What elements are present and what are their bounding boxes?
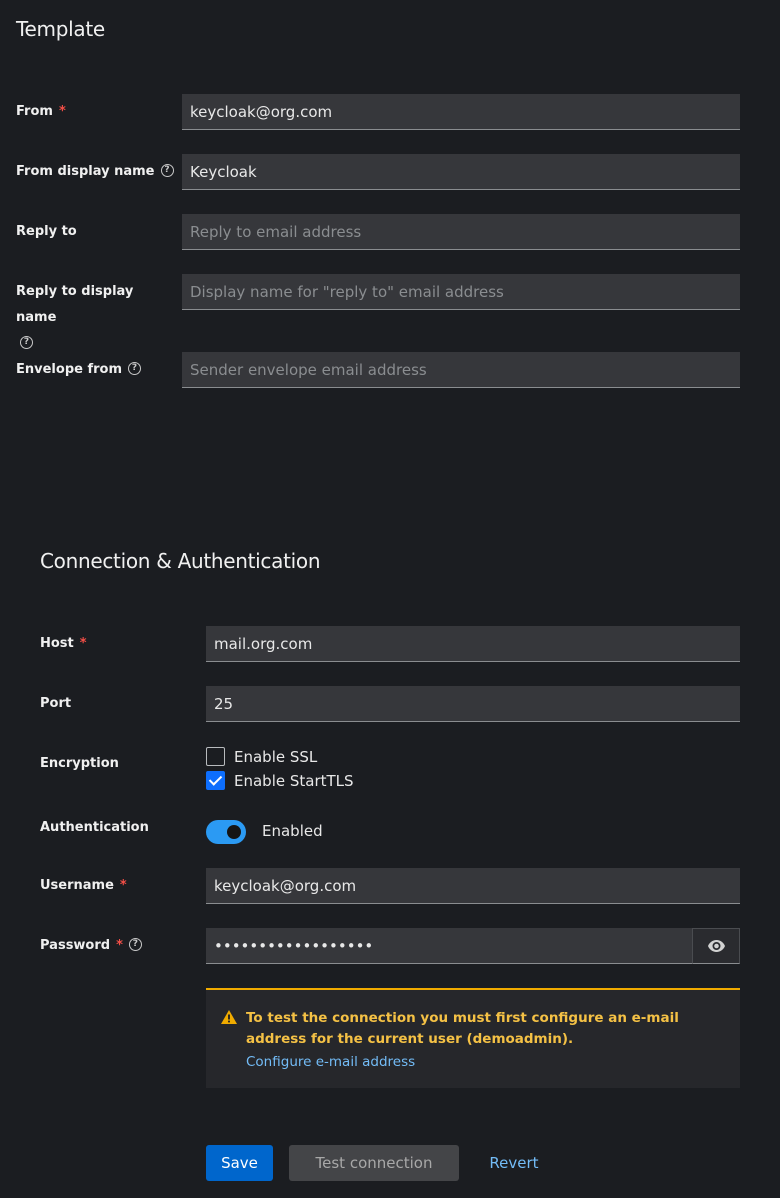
enable-starttls-checkbox[interactable] — [206, 771, 225, 790]
template-section-title: Template — [16, 17, 105, 41]
help-circle-icon[interactable]: ? — [128, 362, 142, 375]
required-asterisk: * — [116, 938, 123, 953]
enable-ssl-checkbox[interactable] — [206, 747, 225, 766]
username-label: Username * — [40, 878, 127, 893]
from-label: From * — [16, 104, 66, 119]
username-input[interactable] — [206, 868, 740, 904]
port-label: Port — [40, 696, 72, 711]
reply-to-display-name-label: Reply to display name? — [16, 284, 134, 349]
from-input[interactable] — [182, 94, 740, 130]
reply-to-display-name-input[interactable] — [182, 274, 740, 310]
from-display-name-label: From display name? — [16, 159, 174, 185]
authentication-toggle[interactable] — [206, 820, 246, 844]
help-circle-icon[interactable]: ? — [20, 336, 33, 349]
enable-ssl-row[interactable]: Enable SSL — [206, 747, 317, 766]
required-asterisk: * — [79, 636, 87, 651]
reply-to-label: Reply to — [16, 224, 77, 239]
port-input[interactable] — [206, 686, 740, 722]
configure-email-link[interactable]: Configure e-mail address — [246, 1054, 724, 1070]
connection-section-title: Connection & Authentication — [40, 549, 321, 573]
envelope-from-input[interactable] — [182, 352, 740, 388]
enable-starttls-row[interactable]: Enable StartTLS — [206, 771, 354, 790]
envelope-from-label: Envelope from? — [16, 357, 142, 383]
save-button[interactable]: Save — [206, 1145, 273, 1181]
help-circle-icon[interactable]: ? — [160, 164, 174, 177]
host-label: Host * — [40, 636, 87, 651]
enable-starttls-label: Enable StartTLS — [234, 771, 354, 790]
from-display-name-input[interactable] — [182, 154, 740, 190]
password-input[interactable] — [206, 928, 692, 964]
warning-triangle-icon — [221, 1010, 237, 1024]
password-label: Password *? — [40, 933, 142, 959]
revert-button[interactable]: Revert — [475, 1145, 553, 1181]
required-asterisk: * — [119, 878, 127, 893]
help-circle-icon[interactable]: ? — [128, 938, 142, 951]
encryption-label: Encryption — [40, 756, 119, 771]
authentication-toggle-label: Enabled — [262, 822, 323, 840]
warning-alert: To test the connection you must first co… — [206, 988, 740, 1088]
reply-to-input[interactable] — [182, 214, 740, 250]
alert-message: To test the connection you must first co… — [246, 1010, 679, 1047]
host-input[interactable] — [206, 626, 740, 662]
show-password-button[interactable] — [692, 928, 740, 964]
required-asterisk: * — [58, 104, 66, 119]
test-connection-button[interactable]: Test connection — [289, 1145, 459, 1181]
authentication-label: Authentication — [40, 820, 149, 835]
eye-icon — [707, 940, 725, 952]
enable-ssl-label: Enable SSL — [234, 747, 318, 766]
